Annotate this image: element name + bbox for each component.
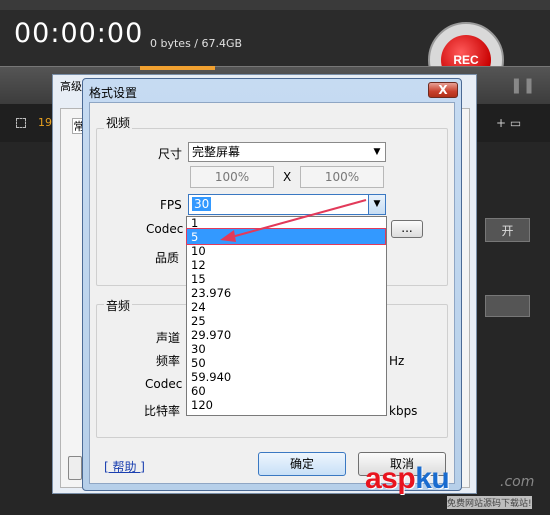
fps-option[interactable]: 23.976 [191,286,231,300]
watermark-logo-part1: asp [365,462,416,495]
video-group-label: 视频 [104,114,133,131]
audio-group-label: 音频 [104,297,133,314]
app-titlebar [0,0,550,10]
fps-option[interactable]: 30 [191,342,206,356]
recording-timer: 00:00:00 [14,18,144,49]
fps-option[interactable]: 120 [191,398,213,412]
bitrate-label: 比特率 [144,404,181,418]
window-controls-icon[interactable]: + ▭ [496,116,521,130]
pause-icon[interactable]: ❚❚ [510,76,535,94]
fps-option[interactable]: 29.970 [191,328,231,342]
codec-options-button[interactable]: ... [391,220,423,238]
toolbar-active-indicator [140,66,215,70]
left-select-checkbox[interactable] [16,118,26,128]
watermark-domain: .com [500,474,535,490]
fps-label: FPS [160,198,182,212]
dialog-close-button[interactable]: X [428,82,458,98]
bitrate-unit: kbps [389,404,418,418]
chevron-down-icon: ▼ [373,147,381,157]
watermark-subtitle: 免费网站源码下载站! [447,496,532,509]
help-link[interactable]: [ 帮助 ] [104,458,145,475]
size-combobox-value: 完整屏幕 [192,145,241,159]
size-label: 尺寸 [158,147,183,161]
advanced-dialog-button-edge[interactable] [68,456,82,480]
watermark-logo: aspku [365,462,450,496]
advanced-dialog-title: 高级 [60,80,82,93]
fps-option[interactable]: 24 [191,300,206,314]
size-combobox[interactable]: 完整屏幕 ▼ [188,142,386,162]
fps-option[interactable]: 60 [191,384,206,398]
dimension-x-label: X [283,170,292,184]
audio-codec-label: Codec [145,377,183,391]
fps-option[interactable]: 25 [191,314,206,328]
channel-label: 声道 [156,331,181,345]
watermark-logo-part2: ku [415,462,450,495]
fps-option[interactable]: 50 [191,356,206,370]
width-field: 100% [190,166,274,188]
app-secondary-button[interactable] [485,295,530,317]
dialog-title: 格式设置 [89,86,138,100]
file-size-readout: 0 bytes / 67.4GB [150,37,243,50]
fps-option[interactable]: 12 [191,258,206,272]
frequency-label: 频率 [156,354,181,368]
fps-option[interactable]: 59.940 [191,370,231,384]
app-open-button[interactable]: 开 [485,218,530,242]
frequency-unit: Hz [389,354,405,368]
fps-option[interactable]: 15 [191,272,206,286]
ok-button[interactable]: 确定 [258,452,346,476]
height-field: 100% [300,166,384,188]
video-codec-label: Codec [146,222,184,236]
annotation-arrow-icon [220,199,367,242]
quality-label: 品质 [155,251,180,265]
